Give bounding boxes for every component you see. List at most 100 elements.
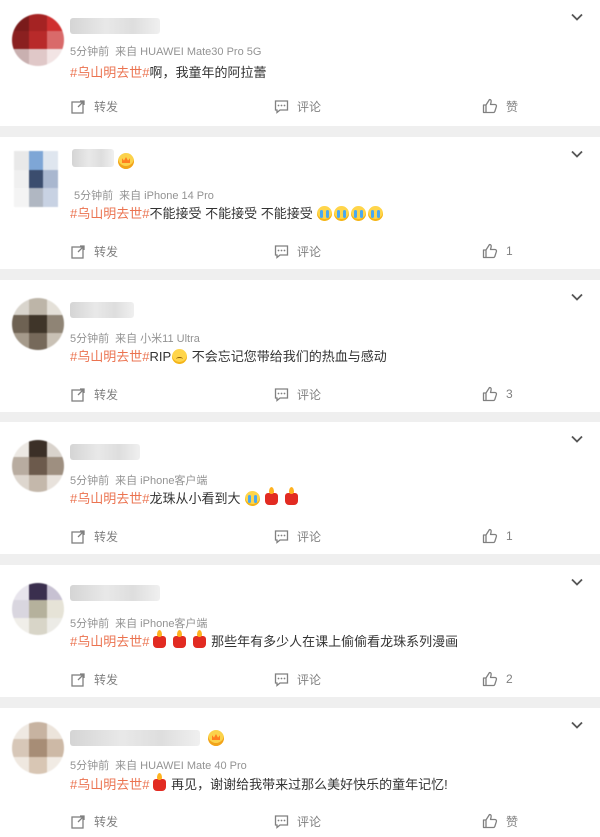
- crying-emoji: [245, 491, 261, 506]
- comment-button[interactable]: 评论: [274, 526, 321, 546]
- like-button[interactable]: 1: [482, 526, 513, 546]
- username-blurred[interactable]: [70, 444, 140, 460]
- post-time: 5分钟前: [74, 190, 114, 202]
- comment-text: #乌山明去世#啊，我童年的阿拉蕾: [70, 64, 266, 82]
- chevron-down-icon[interactable]: [570, 290, 584, 304]
- username-blurred[interactable]: [70, 302, 134, 318]
- topic-link[interactable]: #乌山明去世#: [70, 491, 149, 506]
- topic-link[interactable]: #乌山明去世#: [70, 634, 149, 649]
- topic-link[interactable]: #乌山明去世#: [70, 206, 149, 221]
- chevron-down-icon[interactable]: [570, 432, 584, 446]
- like-icon: [482, 813, 498, 829]
- post-meta: 5分钟前 来自 iPhone 14 Pro: [74, 187, 214, 203]
- username-blurred[interactable]: [70, 585, 160, 601]
- post-source: 来自 HUAWEI Mate 40 Pro: [115, 760, 247, 772]
- repost-label: 转发: [94, 387, 119, 402]
- repost-label: 转发: [94, 814, 119, 829]
- crying-emoji: [351, 206, 367, 221]
- comment-text: #乌山明去世#不能接受 不能接受 不能接受: [70, 205, 384, 223]
- crying-emoji: [317, 206, 333, 221]
- avatar[interactable]: [12, 14, 64, 66]
- candle-emoji: [153, 773, 167, 791]
- like-icon: [482, 528, 498, 544]
- post-time: 5分钟前: [70, 333, 110, 345]
- post-source: 来自 iPhone客户端: [115, 618, 208, 630]
- chevron-down-icon[interactable]: [570, 575, 584, 589]
- repost-icon: [71, 244, 85, 259]
- like-button[interactable]: 1: [482, 241, 513, 261]
- sad-emoji: [172, 349, 188, 364]
- comment-body-tail: 再见，谢谢给我带来过那么美好快乐的童年记忆!: [167, 777, 448, 792]
- comment-icon: [274, 387, 289, 402]
- comment-text: #乌山明去世#龙珠从小看到大: [70, 487, 299, 508]
- avatar[interactable]: [14, 151, 58, 207]
- vip-crown-icon: [208, 730, 224, 746]
- comment-body: 不能接受 不能接受 不能接受: [149, 206, 313, 221]
- avatar[interactable]: [12, 722, 64, 774]
- post-time: 5分钟前: [70, 46, 110, 58]
- username-blurred[interactable]: [70, 18, 160, 34]
- repost-button[interactable]: 转发: [71, 96, 118, 116]
- comment-body: 龙珠从小看到大: [149, 491, 241, 506]
- like-count: 2: [506, 672, 513, 686]
- repost-label: 转发: [94, 672, 119, 687]
- username-blurred[interactable]: [72, 149, 114, 167]
- comment-label: 评论: [297, 244, 322, 259]
- comment-label: 评论: [297, 387, 322, 402]
- crying-emoji: [368, 206, 384, 221]
- post-source: 来自 iPhone客户端: [115, 475, 208, 487]
- repost-button[interactable]: 转发: [71, 669, 118, 689]
- comment-button[interactable]: 评论: [274, 384, 321, 404]
- repost-icon: [71, 814, 85, 829]
- like-icon: [482, 98, 498, 114]
- candle-emoji: [265, 487, 279, 505]
- candle-emoji: [285, 487, 299, 505]
- action-bar: 转发 评论 1: [0, 526, 600, 546]
- comment-text: #乌山明去世# 那些年有多少人在课上偷偷看龙珠系列漫画: [70, 630, 458, 651]
- repost-label: 转发: [94, 529, 119, 544]
- topic-link[interactable]: #乌山明去世#: [70, 349, 149, 364]
- avatar[interactable]: [12, 583, 64, 635]
- repost-button[interactable]: 转发: [71, 241, 118, 261]
- repost-icon: [71, 529, 85, 544]
- comment-card: 5分钟前 来自 iPhone客户端 #乌山明去世# 那些年有多少人在课上偷偷看龙珠…: [0, 565, 600, 697]
- like-button[interactable]: 2: [482, 669, 513, 689]
- action-bar: 转发 评论 赞: [0, 96, 600, 116]
- post-time: 5分钟前: [70, 618, 110, 630]
- like-count: 1: [506, 529, 513, 543]
- comment-button[interactable]: 评论: [274, 669, 321, 689]
- like-count: 赞: [506, 99, 519, 114]
- chevron-down-icon[interactable]: [570, 10, 584, 24]
- avatar[interactable]: [12, 298, 64, 350]
- topic-link[interactable]: #乌山明去世#: [70, 65, 149, 80]
- topic-link[interactable]: #乌山明去世#: [70, 777, 149, 792]
- comment-label: 评论: [297, 814, 322, 829]
- like-button[interactable]: 赞: [482, 96, 518, 116]
- crying-emoji: [334, 206, 350, 221]
- action-bar: 转发 评论 赞: [0, 811, 600, 831]
- repost-button[interactable]: 转发: [71, 384, 118, 404]
- comment-button[interactable]: 评论: [274, 811, 321, 831]
- comment-button[interactable]: 评论: [274, 241, 321, 261]
- like-count: 赞: [506, 814, 519, 829]
- post-source: 来自 小米11 Ultra: [115, 333, 200, 345]
- post-time: 5分钟前: [70, 475, 110, 487]
- like-count: 1: [506, 244, 513, 258]
- comment-label: 评论: [297, 529, 322, 544]
- avatar[interactable]: [12, 440, 64, 492]
- chevron-down-icon[interactable]: [570, 147, 584, 161]
- chevron-down-icon[interactable]: [570, 718, 584, 732]
- comment-feed: 5分钟前 来自 HUAWEI Mate30 Pro 5G #乌山明去世#啊，我童年…: [0, 0, 600, 837]
- like-button[interactable]: 3: [482, 384, 513, 404]
- comment-icon: [274, 99, 289, 114]
- username-blurred[interactable]: [70, 730, 200, 746]
- comment-button[interactable]: 评论: [274, 96, 321, 116]
- comment-body: 啊，我童年的阿拉蕾: [149, 65, 267, 80]
- repost-button[interactable]: 转发: [71, 811, 118, 831]
- comment-body-tail: 不会忘记您带给我们的热血与感动: [188, 349, 387, 364]
- repost-button[interactable]: 转发: [71, 526, 118, 546]
- like-button[interactable]: 赞: [482, 811, 518, 831]
- post-time: 5分钟前: [70, 760, 110, 772]
- candle-emoji: [193, 630, 207, 648]
- candle-emoji: [173, 630, 187, 648]
